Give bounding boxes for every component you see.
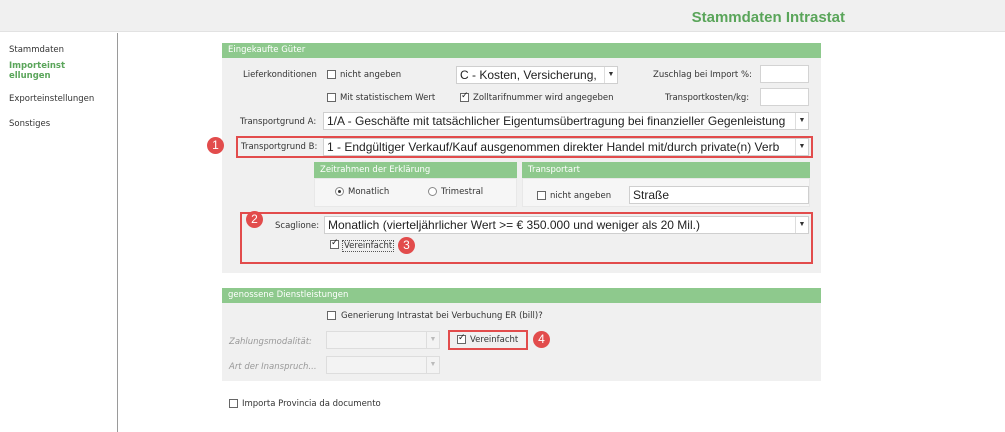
reason-b-label: Transportgrund B: (241, 142, 318, 152)
tariff-number-label: Zolltarifnummer wird angegeben (473, 93, 614, 103)
payment-label: Zahlungsmodalität: (229, 337, 312, 347)
purchased-goods-header: Eingekaufte Güter (222, 43, 821, 58)
quarterly-radio[interactable] (428, 187, 437, 196)
claim-label: Art der Inanspruch... (229, 362, 317, 372)
statistical-value-label: Mit statistischem Wert (340, 93, 436, 103)
page-title: Stammdaten Intrastat (691, 9, 845, 26)
simplified-checkbox[interactable] (330, 238, 339, 249)
delivery-conditions-value: C - Kosten, Versicherung, (460, 68, 597, 82)
generate-intrastat-checkbox[interactable] (327, 311, 336, 320)
tariff-number-checkbox[interactable] (460, 91, 469, 102)
not-specified-checkbox[interactable] (327, 70, 336, 79)
simplified-label: Vereinfacht (342, 240, 395, 252)
top-bar: Stammdaten Intrastat (0, 0, 1005, 32)
callout-badge-2: 2 (246, 211, 263, 228)
monthly-radio[interactable] (335, 187, 344, 196)
reason-a-label: Transportgrund A: (240, 117, 317, 127)
import-province-label: Importa Provincia da documento (242, 399, 381, 409)
period-panel (314, 178, 517, 207)
callout-badge-3: 3 (398, 237, 415, 254)
scaglione-label: Scaglione: (275, 221, 320, 231)
chevron-down-icon: ▼ (795, 217, 808, 233)
delivery-conditions-label: Lieferkonditionen (243, 70, 317, 80)
sidebar-item-sonstiges[interactable]: Sonstiges (9, 119, 114, 129)
transport-not-specified-label: nicht angeben (550, 191, 612, 201)
generate-intrastat-label: Generierung Intrastat bei Verbuchung ER … (341, 311, 543, 321)
reason-b-select[interactable]: 1 - Endgültiger Verkauf/Kauf ausgenommen… (323, 138, 809, 156)
reason-b-value: 1 - Endgültiger Verkauf/Kauf ausgenommen… (327, 140, 780, 154)
transport-costs-input[interactable] (760, 88, 809, 106)
statistical-value-checkbox[interactable] (327, 93, 336, 102)
transport-not-specified-checkbox[interactable] (537, 191, 546, 200)
transport-costs-label: Transportkosten/kg: (665, 93, 750, 103)
not-specified-label: nicht angeben (340, 70, 402, 80)
transport-type-select[interactable]: Straße (629, 186, 809, 204)
chevron-down-icon: ▼ (426, 332, 439, 348)
chevron-down-icon: ▼ (795, 113, 808, 129)
chevron-down-icon: ▼ (426, 357, 439, 373)
reason-a-value: 1/A - Geschäfte mit tatsächlicher Eigent… (327, 114, 786, 128)
scaglione-value: Monatlich (vierteljährlicher Wert >= € 3… (328, 218, 700, 232)
services-simplified-label: Vereinfacht (470, 335, 519, 345)
services-header: genossene Dienstleistungen (222, 288, 821, 303)
scaglione-select[interactable]: Monatlich (vierteljährlicher Wert >= € 3… (324, 216, 809, 234)
surcharge-label: Zuschlag bei Import %: (653, 70, 752, 80)
delivery-conditions-select[interactable]: C - Kosten, Versicherung, ▼ (456, 66, 618, 84)
sidebar-item-stammdaten[interactable]: Stammdaten (9, 45, 114, 55)
sidebar-item-importeinstellungen[interactable]: Importeinstellungen (9, 61, 67, 81)
transport-type-header: Transportart (522, 162, 810, 178)
sidebar-item-exporteinstellungen[interactable]: Exporteinstellungen (9, 94, 114, 104)
surcharge-input[interactable] (760, 65, 809, 83)
services-simplified-checkbox[interactable] (457, 333, 466, 344)
callout-badge-4: 4 (533, 331, 550, 348)
sidebar: Stammdaten Importeinstellungen Exportein… (0, 33, 118, 432)
monthly-label: Monatlich (348, 187, 390, 197)
chevron-down-icon: ▼ (795, 139, 808, 155)
chevron-down-icon: ▼ (604, 67, 617, 83)
transport-type-value: Straße (633, 188, 670, 202)
quarterly-label: Trimestral (441, 187, 484, 197)
payment-select[interactable]: ▼ (326, 331, 440, 349)
claim-select[interactable]: ▼ (326, 356, 440, 374)
callout-badge-1: 1 (207, 137, 224, 154)
period-header: Zeitrahmen der Erklärung (314, 162, 517, 178)
reason-a-select[interactable]: 1/A - Geschäfte mit tatsächlicher Eigent… (323, 112, 809, 130)
import-province-checkbox[interactable] (229, 399, 238, 408)
